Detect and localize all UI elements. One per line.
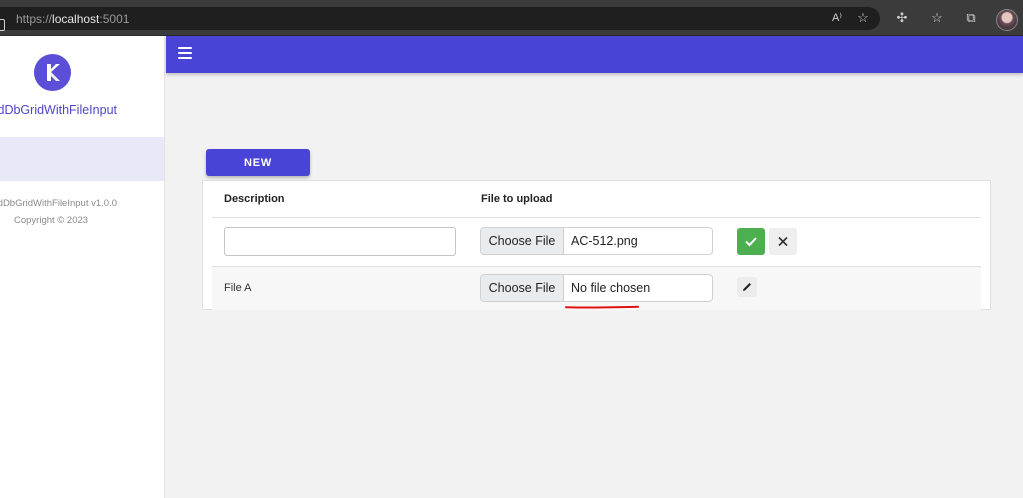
- url-text[interactable]: https://localhost:5001: [16, 12, 129, 26]
- edit-row-button[interactable]: [737, 277, 757, 297]
- read-aloud-icon[interactable]: A⁾: [829, 11, 845, 25]
- file-input-row[interactable]: Choose File No file chosen: [480, 274, 713, 302]
- data-grid: Description File to upload Choose File A…: [202, 180, 991, 310]
- column-header-description[interactable]: Description: [224, 193, 285, 205]
- new-button[interactable]: NEW: [206, 149, 310, 176]
- description-input[interactable]: [224, 227, 456, 256]
- favorites-icon[interactable]: ☆: [929, 11, 945, 25]
- app-version: dDbGridWithFileInput v1.0.0: [0, 198, 117, 209]
- column-header-file[interactable]: File to upload: [481, 193, 553, 205]
- annotation-underline: [565, 305, 639, 309]
- app-logo: [34, 54, 71, 91]
- row-description: File A: [224, 282, 252, 294]
- app-title: dDbGridWithFileInput: [0, 103, 117, 117]
- profile-avatar[interactable]: [996, 9, 1018, 31]
- app-bar: [166, 36, 1023, 73]
- site-info-icon[interactable]: [0, 19, 5, 31]
- file-name-label: No file chosen: [571, 281, 651, 295]
- check-icon: [745, 237, 757, 247]
- sidebar-nav-item-active[interactable]: [0, 137, 164, 181]
- copyright: Copyright © 2023: [14, 215, 89, 226]
- sidebar: dDbGridWithFileInput dDbGridWithFileInpu…: [0, 36, 165, 498]
- save-row-button[interactable]: [737, 228, 765, 255]
- file-input-edit[interactable]: Choose File AC-512.png: [480, 227, 713, 255]
- file-name-label: AC-512.png: [571, 234, 638, 248]
- browser-toolbar: https://localhost:5001 A⁾ ☆ ✣ ☆ ⧉: [0, 0, 1023, 36]
- header-divider: [212, 217, 981, 218]
- cancel-row-button[interactable]: [769, 228, 797, 255]
- menu-icon[interactable]: [178, 47, 192, 59]
- choose-file-button[interactable]: Choose File: [481, 228, 564, 254]
- close-icon: [778, 236, 788, 247]
- extensions-icon[interactable]: ✣: [894, 11, 910, 25]
- address-bar[interactable]: https://localhost:5001 A⁾ ☆: [0, 7, 880, 31]
- collections-icon[interactable]: ⧉: [963, 11, 979, 25]
- pencil-icon: [743, 283, 751, 291]
- choose-file-button[interactable]: Choose File: [481, 275, 564, 301]
- favorite-add-icon[interactable]: ☆: [855, 11, 871, 25]
